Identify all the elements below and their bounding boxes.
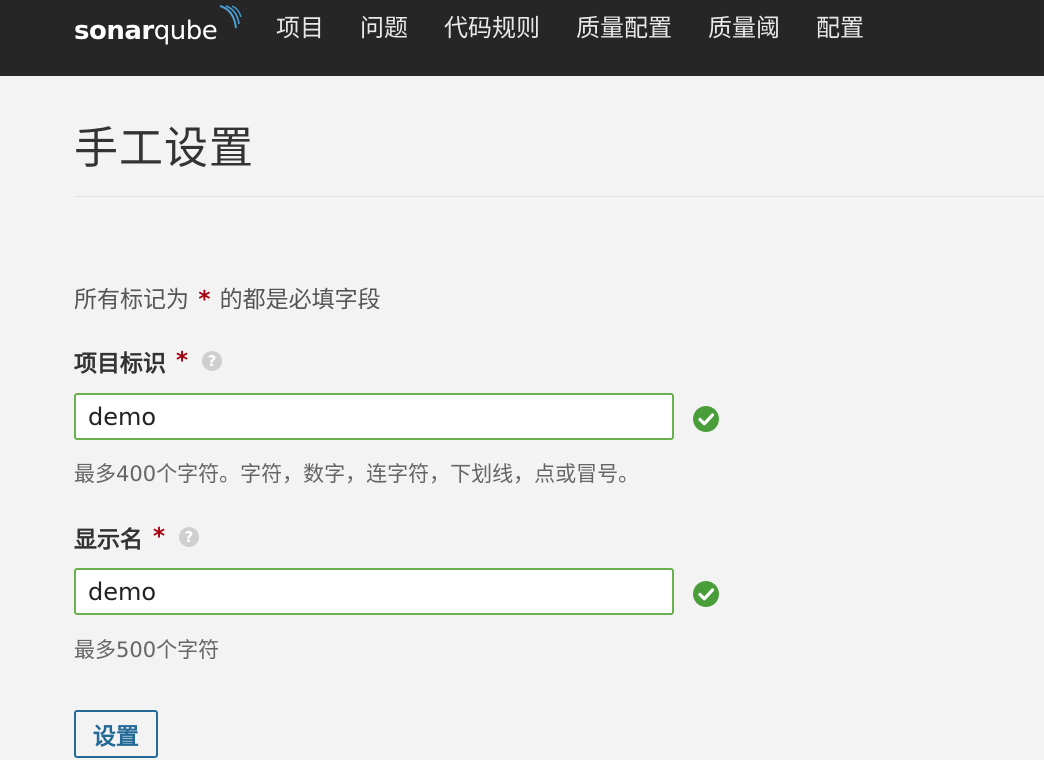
setup-submit-button[interactable]: 设置 xyxy=(74,710,158,758)
display-name-label-text: 显示名 xyxy=(74,527,143,553)
display-name-label: 显示名 * ? xyxy=(74,520,200,554)
help-icon[interactable]: ? xyxy=(179,527,200,547)
page-title: 手工设置 xyxy=(74,123,254,174)
project-key-label: 项目标识 * ? xyxy=(74,344,223,378)
required-star: * xyxy=(198,287,211,313)
project-key-input[interactable] xyxy=(74,393,674,440)
display-name-input[interactable] xyxy=(74,568,674,615)
required-note-prefix: 所有标记为 xyxy=(74,287,189,313)
check-circle-icon xyxy=(693,406,719,432)
display-name-hint: 最多500个字符 xyxy=(74,638,220,662)
help-icon[interactable]: ? xyxy=(202,351,223,371)
title-divider xyxy=(74,196,1044,197)
nav-item-rules[interactable]: 代码规则 xyxy=(426,0,558,56)
project-key-required-star: * xyxy=(176,348,189,374)
nav-item-quality-gates[interactable]: 质量阈 xyxy=(690,0,798,56)
project-key-label-text: 项目标识 xyxy=(74,351,166,377)
top-navbar: sonarqube 项目 问题 代码规则 质量配置 质量阈 配置 xyxy=(0,0,1044,76)
nav-item-quality-profiles[interactable]: 质量配置 xyxy=(558,0,690,56)
display-name-required-star: * xyxy=(153,524,166,550)
project-key-hint: 最多400个字符。字符，数字，连字符，下划线，点或冒号。 xyxy=(74,462,640,486)
nav-item-issues[interactable]: 问题 xyxy=(342,0,426,56)
required-fields-note: 所有标记为 * 的都是必填字段 xyxy=(74,280,381,314)
required-note-suffix: 的都是必填字段 xyxy=(219,287,381,313)
nav-item-administration[interactable]: 配置 xyxy=(798,0,882,56)
logo-text: sonarqube xyxy=(74,16,218,46)
main-nav: 项目 问题 代码规则 质量配置 质量阈 配置 xyxy=(259,0,882,56)
check-circle-icon xyxy=(693,581,719,607)
sonarqube-logo[interactable]: sonarqube xyxy=(74,5,242,46)
logo-waves-icon xyxy=(219,5,242,29)
nav-item-projects[interactable]: 项目 xyxy=(259,0,342,56)
